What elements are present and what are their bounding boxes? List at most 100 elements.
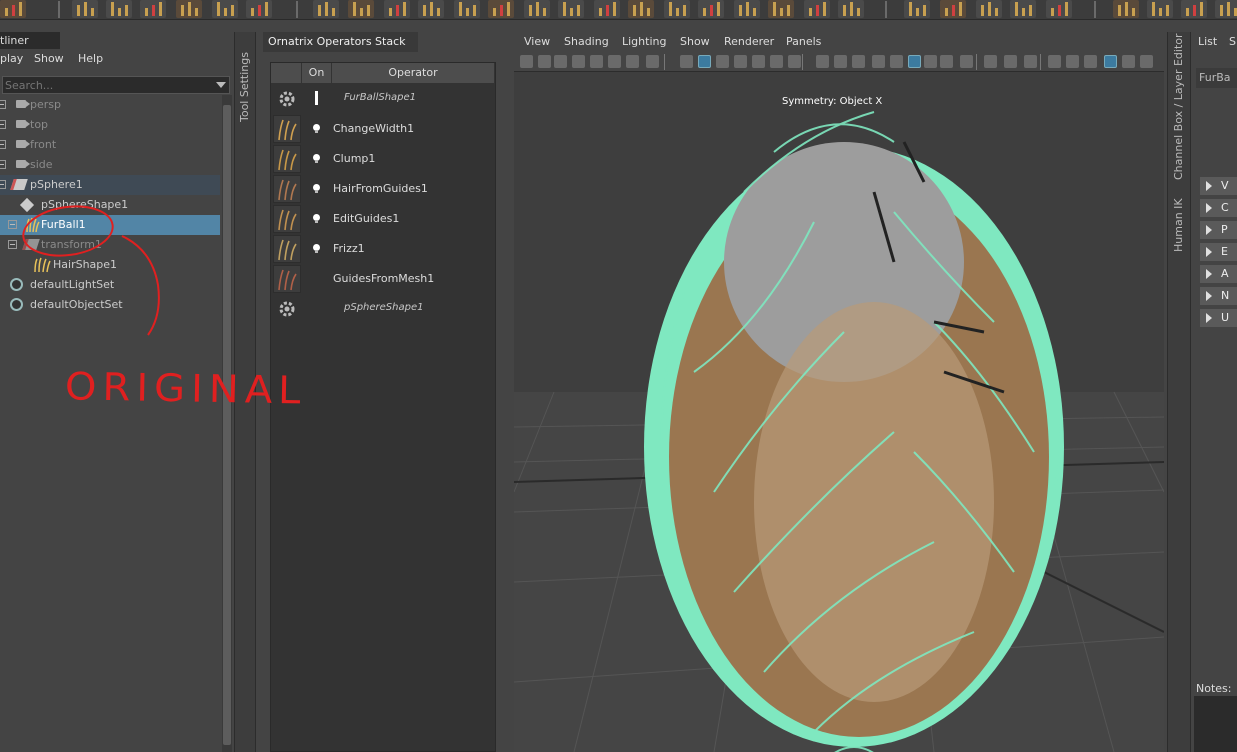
- enabled-bulb-icon[interactable]: [313, 154, 320, 163]
- viewport-tool-icon[interactable]: [924, 55, 937, 68]
- human-ik-tab[interactable]: Human IK: [1172, 198, 1185, 252]
- shelf-tool-icon[interactable]: [1010, 0, 1036, 18]
- collapse-icon[interactable]: [0, 180, 6, 189]
- expand-icon[interactable]: [0, 160, 6, 169]
- shelf-tool-icon[interactable]: [246, 0, 272, 18]
- viewport-tool-icon[interactable]: [908, 55, 921, 68]
- shelf-tool-icon[interactable]: [384, 0, 410, 18]
- shelf-tool-icon[interactable]: [734, 0, 760, 18]
- shelf-tool-icon[interactable]: [768, 0, 794, 18]
- viewport-tool-icon[interactable]: [1104, 55, 1117, 68]
- shelf-tool-icon[interactable]: [698, 0, 724, 18]
- operator-row[interactable]: HairFromGuides1: [271, 174, 495, 204]
- viewport-menu-view[interactable]: View: [524, 35, 550, 48]
- viewport-tool-icon[interactable]: [716, 55, 729, 68]
- attribute-section[interactable]: U: [1200, 309, 1237, 327]
- channel-menu-selected[interactable]: S: [1229, 35, 1236, 48]
- tree-item-persp[interactable]: persp: [0, 95, 220, 115]
- operator-row[interactable]: pSphereShape1: [271, 294, 495, 324]
- viewport-tool-icon[interactable]: [572, 55, 585, 68]
- enabled-bulb-icon[interactable]: [313, 214, 320, 223]
- viewport-tool-icon[interactable]: [872, 55, 885, 68]
- shelf-tool-icon[interactable]: [1147, 0, 1173, 18]
- viewport-tool-icon[interactable]: [834, 55, 847, 68]
- viewport-menu-show[interactable]: Show: [680, 35, 710, 48]
- operator-row[interactable]: ChangeWidth1: [271, 114, 495, 144]
- shelf-tool-icon[interactable]: [176, 0, 202, 18]
- viewport-tool-icon[interactable]: [698, 55, 711, 68]
- shelf-tool-icon[interactable]: [838, 0, 864, 18]
- object-name-field[interactable]: FurBa: [1196, 68, 1237, 88]
- viewport-menu-panels[interactable]: Panels: [786, 35, 821, 48]
- viewport-tool-icon[interactable]: [1024, 55, 1037, 68]
- enabled-bulb-icon[interactable]: [313, 244, 320, 253]
- tree-item-hairshape1[interactable]: HairShape1: [0, 255, 220, 275]
- tree-item-side[interactable]: side: [0, 155, 220, 175]
- viewport-tool-icon[interactable]: [646, 55, 659, 68]
- viewport-scene[interactable]: Symmetry: Object X: [514, 72, 1164, 752]
- operator-row[interactable]: Clump1: [271, 144, 495, 174]
- tree-item-psphere1[interactable]: pSphere1: [0, 175, 220, 195]
- tree-item-defaultobjectset[interactable]: defaultObjectSet: [0, 295, 220, 315]
- shelf-tool-icon[interactable]: [976, 0, 1002, 18]
- expand-icon[interactable]: [0, 140, 6, 149]
- operator-row[interactable]: Frizz1: [271, 234, 495, 264]
- viewport-tool-icon[interactable]: [890, 55, 903, 68]
- attribute-section[interactable]: N: [1200, 287, 1237, 305]
- tree-item-transform1[interactable]: transform1: [0, 235, 220, 255]
- viewport-menu-renderer[interactable]: Renderer: [724, 35, 774, 48]
- viewport-tool-icon[interactable]: [626, 55, 639, 68]
- tree-item-psphereshape1[interactable]: pSphereShape1: [0, 195, 220, 215]
- shelf-tool-icon[interactable]: [1113, 0, 1139, 18]
- tree-item-top[interactable]: top: [0, 115, 220, 135]
- shelf-tool-icon[interactable]: [0, 0, 26, 18]
- menu-display[interactable]: play: [0, 52, 23, 65]
- shelf-tool-icon[interactable]: [558, 0, 584, 18]
- shelf-tool-icon[interactable]: [454, 0, 480, 18]
- operator-row[interactable]: GuidesFromMesh1: [271, 264, 495, 294]
- attribute-section[interactable]: C: [1200, 199, 1237, 217]
- shelf-tool-icon[interactable]: [418, 0, 444, 18]
- viewport-tool-icon[interactable]: [770, 55, 783, 68]
- shelf-tool-icon[interactable]: [628, 0, 654, 18]
- viewport-tool-icon[interactable]: [1140, 55, 1153, 68]
- viewport-tool-icon[interactable]: [816, 55, 829, 68]
- shelf-tool-icon[interactable]: [488, 0, 514, 18]
- column-header-on[interactable]: On: [302, 63, 332, 83]
- viewport-menu-shading[interactable]: Shading: [564, 35, 609, 48]
- shelf-tool-icon[interactable]: [348, 0, 374, 18]
- shelf-tool-icon[interactable]: [594, 0, 620, 18]
- attribute-section[interactable]: V: [1200, 177, 1237, 195]
- viewport-tool-icon[interactable]: [984, 55, 997, 68]
- column-header-operator[interactable]: Operator: [332, 63, 495, 83]
- enabled-bulb-icon[interactable]: [313, 184, 320, 193]
- enabled-bulb-icon[interactable]: [313, 124, 320, 133]
- operator-row[interactable]: EditGuides1: [271, 204, 495, 234]
- attribute-section[interactable]: P: [1200, 221, 1237, 239]
- notes-textarea[interactable]: [1194, 696, 1237, 752]
- search-dropdown-icon[interactable]: [216, 82, 226, 88]
- viewport-tool-icon[interactable]: [608, 55, 621, 68]
- channel-menu-list[interactable]: List: [1198, 35, 1217, 48]
- scrollbar-thumb[interactable]: [223, 105, 231, 745]
- operator-row[interactable]: FurBallShape1: [271, 84, 495, 114]
- shelf-tool-icon[interactable]: [940, 0, 966, 18]
- expand-icon[interactable]: [0, 100, 6, 109]
- shelf-tool-icon[interactable]: [313, 0, 339, 18]
- viewport-tool-icon[interactable]: [1048, 55, 1061, 68]
- viewport-tool-icon[interactable]: [1122, 55, 1135, 68]
- shelf-tool-icon[interactable]: [1046, 0, 1072, 18]
- expand-icon[interactable]: [8, 220, 17, 229]
- viewport-tool-icon[interactable]: [734, 55, 747, 68]
- viewport-tool-icon[interactable]: [852, 55, 865, 68]
- collapse-icon[interactable]: [8, 240, 17, 249]
- viewport-tool-icon[interactable]: [554, 55, 567, 68]
- viewport-tool-icon[interactable]: [680, 55, 693, 68]
- outliner-scrollbar[interactable]: [222, 95, 232, 752]
- tree-item-front[interactable]: front: [0, 135, 220, 155]
- shelf-tool-icon[interactable]: [140, 0, 166, 18]
- tree-item-defaultlightset[interactable]: defaultLightSet: [0, 275, 220, 295]
- expand-icon[interactable]: [0, 120, 6, 129]
- tree-item-furball1[interactable]: FurBall1: [0, 215, 220, 235]
- attribute-section[interactable]: E: [1200, 243, 1237, 261]
